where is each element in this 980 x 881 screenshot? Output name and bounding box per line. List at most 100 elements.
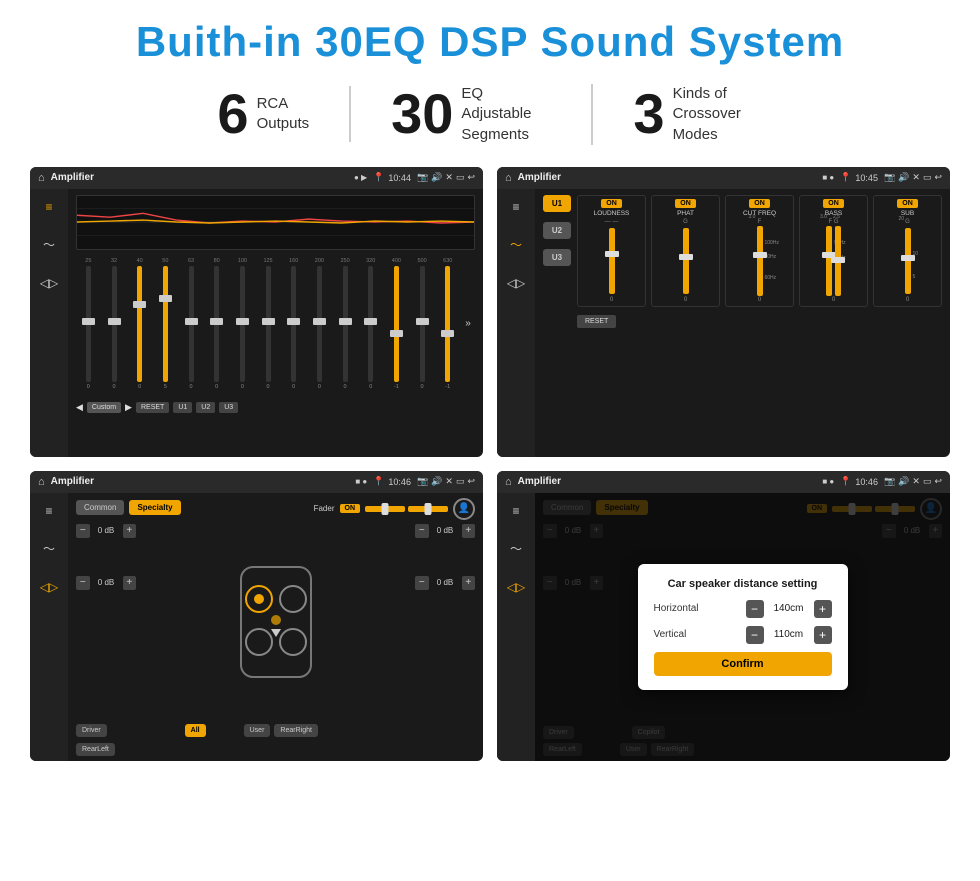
dialog-vertical-label: Vertical xyxy=(654,629,714,640)
xover-topbar: ⌂ Amplifier ■ ● 📍 10:45 📷 🔊 ✕ ▭ ↩ xyxy=(497,167,950,189)
eq-top-icons: 📷 🔊 ✕ ▭ ↩ xyxy=(417,172,475,183)
xover-sub-on[interactable]: ON xyxy=(897,199,918,208)
eq-back-icon[interactable]: ↩ xyxy=(467,172,475,183)
screen-crossover: ⌂ Amplifier ■ ● 📍 10:45 📷 🔊 ✕ ▭ ↩ ≡ xyxy=(497,167,950,457)
dialog-horizontal-row: Horizontal − 140cm + xyxy=(654,600,832,618)
fader-row: Fader ON 👤 xyxy=(314,498,475,520)
spk-rect-icon: ▭ xyxy=(456,476,465,487)
dialog-vertical-minus[interactable]: − xyxy=(746,626,764,644)
xover-channels: ON LOUDNESS — — 0 ON P xyxy=(577,195,942,307)
spk-tabs: Common Specialty xyxy=(76,500,181,515)
eq-title: Amplifier xyxy=(51,172,348,183)
stat-number-crossover: 3 xyxy=(633,86,664,142)
screen-eq: ⌂ Amplifier ● ▶ 📍 10:44 📷 🔊 ✕ ▭ ↩ ≡ xyxy=(30,167,483,457)
xover-dot1: ■ ● xyxy=(822,173,834,182)
xover-u3-btn[interactable]: U3 xyxy=(543,249,571,266)
dialog-vertical-row: Vertical − 110cm + xyxy=(654,626,832,644)
eq-next-btn[interactable]: ▶ xyxy=(125,402,132,413)
eq-sidebar-wave-icon[interactable]: 〜 xyxy=(37,233,61,257)
xover-u2-btn[interactable]: U2 xyxy=(543,222,571,239)
xover-reset-btn[interactable]: RESET xyxy=(577,315,616,328)
spk-home-icon[interactable]: ⌂ xyxy=(38,476,45,488)
vol-minus-br[interactable]: − xyxy=(415,576,429,590)
eq-home-icon[interactable]: ⌂ xyxy=(38,172,45,184)
xover-loudness-on[interactable]: ON xyxy=(601,199,622,208)
dialog-horizontal-plus[interactable]: + xyxy=(814,600,832,618)
dlg-sidebar-eq-icon[interactable]: ≡ xyxy=(504,499,528,523)
fader-on-btn[interactable]: ON xyxy=(340,504,361,513)
vol-minus-tr[interactable]: − xyxy=(415,524,429,538)
main-title: Buith-in 30EQ DSP Sound System xyxy=(30,18,950,66)
dlg-sidebar-wave-icon[interactable]: 〜 xyxy=(504,537,528,561)
vol-plus-bl[interactable]: + xyxy=(123,576,137,590)
spk-sidebar-wave-icon[interactable]: 〜 xyxy=(37,537,61,561)
eq-u2-btn[interactable]: U2 xyxy=(196,402,215,413)
vol-minus-tl[interactable]: − xyxy=(76,524,90,538)
spk-status: 📍 10:46 xyxy=(373,476,411,487)
vol-plus-tr[interactable]: + xyxy=(462,524,476,538)
eq-custom-btn[interactable]: Custom xyxy=(87,402,121,413)
spk-sidebar-vol-icon[interactable]: ◁▷ xyxy=(37,575,61,599)
eq-x-icon: ✕ xyxy=(445,172,453,183)
stat-crossover: 3 Kinds of Crossover Modes xyxy=(593,84,802,145)
spk-btn-rearright[interactable]: RearRight xyxy=(274,724,318,737)
xover-u1-btn[interactable]: U1 xyxy=(543,195,571,212)
xover-sidebar-wave-icon[interactable]: 〜 xyxy=(504,233,528,257)
dlg-sidebar-vol-icon[interactable]: ◁▷ xyxy=(504,575,528,599)
dlg-sidebar: ≡ 〜 ◁▷ xyxy=(497,493,535,761)
spk-btn-driver[interactable]: Driver xyxy=(76,724,107,737)
stat-desc-crossover: Kinds of Crossover Modes xyxy=(673,84,763,145)
eq-sidebar-eq-icon[interactable]: ≡ xyxy=(37,195,61,219)
spk-panel: Common Specialty Fader ON xyxy=(68,493,483,761)
spk-pin-icon: 📍 xyxy=(373,476,384,487)
spk-btn-user[interactable]: User xyxy=(244,724,271,737)
eq-topbar: ⌂ Amplifier ● ▶ 📍 10:44 📷 🔊 ✕ ▭ ↩ xyxy=(30,167,483,189)
xover-phat-on[interactable]: ON xyxy=(675,199,696,208)
dlg-home-icon[interactable]: ⌂ xyxy=(505,476,512,488)
xover-cutfreq-on[interactable]: ON xyxy=(749,199,770,208)
vol-val-bl: 0 dB xyxy=(93,578,120,587)
eq-prev-btn[interactable]: ◀ xyxy=(76,402,83,413)
eq-pin-icon: 📍 xyxy=(373,172,384,183)
xover-sidebar-eq-icon[interactable]: ≡ xyxy=(504,195,528,219)
eq-u3-btn[interactable]: U3 xyxy=(219,402,238,413)
stat-eq: 30 EQ Adjustable Segments xyxy=(351,84,593,145)
spk-back-icon[interactable]: ↩ xyxy=(467,476,475,487)
spk-tab-common[interactable]: Common xyxy=(76,500,124,515)
vol-plus-tl[interactable]: + xyxy=(123,524,137,538)
dialog-horizontal-value: 140cm xyxy=(769,603,809,614)
xover-home-icon[interactable]: ⌂ xyxy=(505,172,512,184)
xover-back-icon[interactable]: ↩ xyxy=(934,172,942,183)
vol-row-tl: − 0 dB + xyxy=(76,524,136,538)
dialog-horizontal-stepper: − 140cm + xyxy=(746,600,832,618)
confirm-button[interactable]: Confirm xyxy=(654,652,832,676)
spk-right-vols: − 0 dB + − 0 dB + xyxy=(415,524,475,720)
xover-ch-phat: ON PHAT G 0 xyxy=(651,195,720,307)
spk-btn-all[interactable]: All xyxy=(185,724,206,737)
dlg-title: Amplifier xyxy=(518,476,817,487)
stat-number-rca: 6 xyxy=(217,86,248,142)
vol-minus-bl[interactable]: − xyxy=(76,576,90,590)
spk-sidebar-eq-icon[interactable]: ≡ xyxy=(37,499,61,523)
xover-bass-on[interactable]: ON xyxy=(823,199,844,208)
vol-plus-br[interactable]: + xyxy=(462,576,476,590)
eq-sidebar-vol-icon[interactable]: ◁▷ xyxy=(37,271,61,295)
stat-number-eq: 30 xyxy=(391,86,453,142)
eq-content: ≡ 〜 ◁▷ xyxy=(30,189,483,457)
spk-btn-rearleft[interactable]: RearLeft xyxy=(76,743,115,756)
eq-u1-btn[interactable]: U1 xyxy=(173,402,192,413)
dialog-horizontal-label: Horizontal xyxy=(654,603,714,614)
spk-tab-specialty[interactable]: Specialty xyxy=(129,500,180,515)
dialog-vertical-plus[interactable]: + xyxy=(814,626,832,644)
xover-panel: U1 U2 U3 ON LOUDNESS — — xyxy=(535,189,950,457)
spk-vol-icon: 🔊 xyxy=(431,476,442,487)
fader-track-h1[interactable] xyxy=(365,506,405,512)
dialog-horizontal-minus[interactable]: − xyxy=(746,600,764,618)
screen-dialog: ⌂ Amplifier ■ ● 📍 10:46 📷 🔊 ✕ ▭ ↩ ≡ xyxy=(497,471,950,761)
xover-right-panel: ON LOUDNESS — — 0 ON P xyxy=(577,195,942,451)
dlg-back-icon[interactable]: ↩ xyxy=(934,476,942,487)
xover-title: Amplifier xyxy=(518,172,817,183)
eq-reset-btn[interactable]: RESET xyxy=(136,402,169,413)
xover-sidebar-vol-icon[interactable]: ◁▷ xyxy=(504,271,528,295)
fader-track-h2[interactable] xyxy=(408,506,448,512)
